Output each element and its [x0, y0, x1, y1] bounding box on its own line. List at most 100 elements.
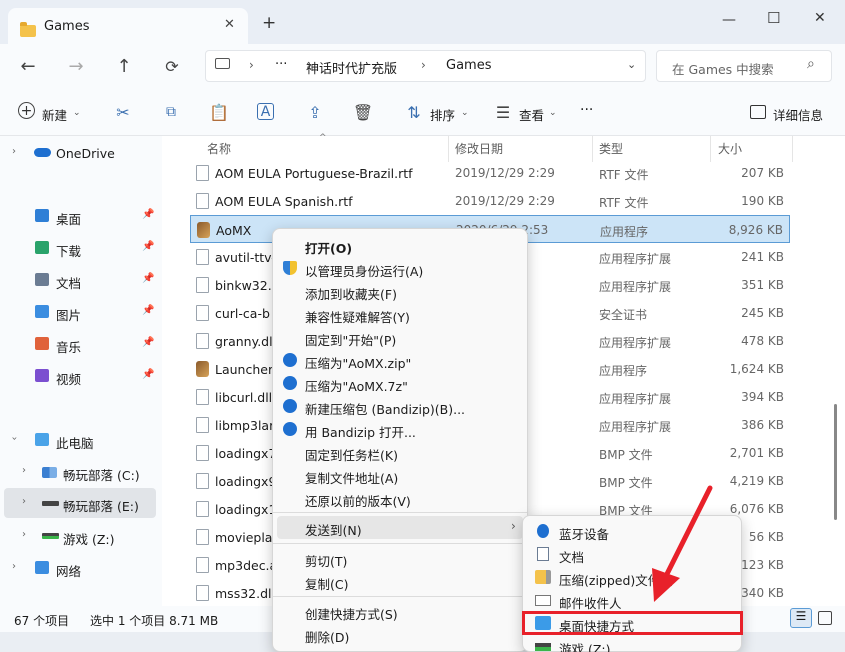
- sidebar-item-icon: [35, 369, 49, 382]
- chevron-right-icon[interactable]: ›: [22, 465, 26, 476]
- sort-button[interactable]: 排序: [430, 105, 455, 124]
- context-menu-item[interactable]: 发送到(N) ›: [277, 516, 523, 539]
- sidebar-item-quick[interactable]: 文档 📌: [0, 265, 162, 295]
- submenu-item[interactable]: 游戏 (Z:): [527, 635, 739, 652]
- menu-item-label: 压缩为"AoMX.zip": [305, 356, 412, 371]
- file-icon: [196, 165, 209, 181]
- pin-icon[interactable]: 📌: [142, 337, 154, 348]
- new-tab-button[interactable]: +: [262, 13, 276, 33]
- new-plus-icon: +: [18, 102, 35, 119]
- pin-icon[interactable]: 📌: [142, 273, 154, 284]
- context-menu-item[interactable]: 以管理员身份运行(A): [277, 257, 523, 280]
- sidebar-item-onedrive[interactable]: › OneDrive: [0, 138, 162, 168]
- file-name: avutil-ttv-: [215, 250, 276, 265]
- context-menu-item[interactable]: 固定到"开始"(P): [277, 326, 523, 349]
- context-menu-item[interactable]: 复制(C): [277, 570, 523, 593]
- file-size: 123 KB: [741, 558, 784, 572]
- column-header-name[interactable]: 名称: [207, 140, 231, 157]
- breadcrumb-item[interactable]: 神话时代扩充版: [306, 58, 397, 77]
- chevron-down-icon[interactable]: ⌄: [461, 108, 469, 118]
- delete-trash-icon[interactable]: 🗑: [353, 102, 373, 122]
- context-menu-item[interactable]: 用 Bandizip 打开...: [277, 418, 523, 441]
- file-name: libcurl.dll: [215, 390, 273, 405]
- details-view-button[interactable]: ☰: [790, 608, 812, 628]
- context-menu-item[interactable]: 压缩为"AoMX.zip": [277, 349, 523, 372]
- pin-icon[interactable]: 📌: [142, 209, 154, 220]
- sidebar-item-drive-z[interactable]: › 游戏 (Z:): [0, 521, 162, 551]
- chevron-down-icon[interactable]: ⌄: [627, 58, 636, 71]
- copy-icon[interactable]: ⧉: [161, 102, 181, 122]
- file-size: 1,624 KB: [729, 362, 784, 376]
- up-arrow-icon[interactable]: ↑: [112, 54, 136, 78]
- paste-icon[interactable]: 📋: [209, 102, 229, 122]
- chevron-down-icon[interactable]: ›: [9, 437, 20, 441]
- sidebar-item-quick[interactable]: 音乐 📌: [0, 329, 162, 359]
- column-header-size[interactable]: 大小: [718, 140, 742, 157]
- pin-icon[interactable]: 📌: [142, 369, 154, 380]
- close-window-button[interactable]: ✕: [814, 10, 826, 26]
- context-menu-item[interactable]: 复制文件地址(A): [277, 464, 523, 487]
- chevron-right-icon[interactable]: ›: [22, 529, 26, 540]
- forward-arrow-icon[interactable]: →: [64, 54, 88, 78]
- context-menu-item[interactable]: 添加到收藏夹(F): [277, 280, 523, 303]
- column-header-type[interactable]: 类型: [599, 140, 623, 157]
- search-icon[interactable]: ⌕: [807, 56, 815, 72]
- file-name: granny.dl: [215, 334, 273, 349]
- table-row[interactable]: AOM EULA Portuguese-Brazil.rtf 2019/12/29…: [190, 159, 790, 187]
- chevron-right-icon[interactable]: ›: [12, 561, 16, 572]
- search-input[interactable]: 在 Games 中搜索: [672, 59, 774, 78]
- more-options-button[interactable]: ···: [580, 102, 593, 118]
- sidebar-item-drive-c[interactable]: › 畅玩部落 (C:): [0, 457, 162, 487]
- refresh-icon[interactable]: ⟳: [160, 54, 184, 78]
- sidebar-item-quick[interactable]: 图片 📌: [0, 297, 162, 327]
- file-icon: [196, 445, 209, 461]
- tab-games[interactable]: Games ✕: [8, 8, 248, 48]
- new-button[interactable]: 新建: [42, 105, 67, 124]
- tiles-view-button[interactable]: [818, 611, 832, 625]
- sidebar-item-drive-e[interactable]: › 畅玩部落 (E:): [4, 488, 156, 518]
- context-menu-item[interactable]: 剪切(T): [277, 547, 523, 570]
- context-menu-item[interactable]: 创建快捷方式(S): [277, 600, 523, 623]
- maximize-button[interactable]: ☐: [767, 9, 780, 27]
- back-arrow-icon[interactable]: ←: [16, 54, 40, 78]
- menu-item-label: 添加到收藏夹(F): [305, 287, 397, 302]
- view-button[interactable]: 查看: [519, 105, 544, 124]
- menu-item-label: 复制(C): [305, 577, 349, 592]
- details-button[interactable]: 详细信息: [773, 105, 823, 124]
- minimize-button[interactable]: —: [722, 12, 736, 28]
- address-bar[interactable]: › ··· › 神话时代扩充版 › Games ⌄: [205, 50, 646, 82]
- context-menu-item[interactable]: 打开(O): [277, 234, 523, 257]
- close-tab-icon[interactable]: ✕: [224, 17, 235, 32]
- context-menu-item[interactable]: 新建压缩包 (Bandizip)(B)...: [277, 395, 523, 418]
- menu-separator: [273, 543, 527, 544]
- sidebar-item-quick[interactable]: 下载 📌: [0, 233, 162, 263]
- context-menu-item[interactable]: 压缩为"AoMX.7z": [277, 372, 523, 395]
- chevron-down-icon[interactable]: ⌄: [549, 108, 557, 118]
- share-icon[interactable]: ⇪: [305, 102, 325, 122]
- sidebar-item-network[interactable]: › 网络: [0, 553, 162, 583]
- sidebar-item-this-pc[interactable]: › 此电脑: [0, 425, 162, 455]
- context-menu-item[interactable]: 还原以前的版本(V): [277, 487, 523, 510]
- column-header-date[interactable]: 修改日期: [455, 140, 503, 157]
- sidebar-item-label: OneDrive: [56, 146, 115, 161]
- breadcrumb-more[interactable]: ···: [275, 57, 287, 72]
- chevron-right-icon[interactable]: ›: [22, 496, 26, 507]
- vertical-scrollbar[interactable]: [834, 404, 837, 520]
- context-menu-item[interactable]: 兼容性疑难解答(Y): [277, 303, 523, 326]
- pin-icon[interactable]: 📌: [142, 305, 154, 316]
- chevron-down-icon[interactable]: ⌄: [73, 108, 81, 118]
- file-name: loadingx9: [215, 474, 277, 489]
- context-menu-item[interactable]: 删除(D): [277, 623, 523, 646]
- context-menu-item[interactable]: 固定到任务栏(K): [277, 441, 523, 464]
- sidebar-item-quick[interactable]: 视频 📌: [0, 361, 162, 391]
- pin-icon[interactable]: 📌: [142, 241, 154, 252]
- cut-icon[interactable]: ✂: [113, 102, 133, 122]
- search-box[interactable]: 在 Games 中搜索 ⌕: [656, 50, 832, 82]
- menu-separator: [273, 596, 527, 597]
- chevron-right-icon[interactable]: ›: [12, 146, 16, 157]
- table-row[interactable]: AOM EULA Spanish.rtf 2019/12/29 2:29 RTF 文…: [190, 187, 790, 215]
- rename-icon[interactable]: A: [257, 103, 274, 120]
- breadcrumb-item[interactable]: Games: [446, 58, 491, 73]
- file-size: 340 KB: [741, 586, 784, 600]
- sidebar-item-quick[interactable]: 桌面 📌: [0, 201, 162, 231]
